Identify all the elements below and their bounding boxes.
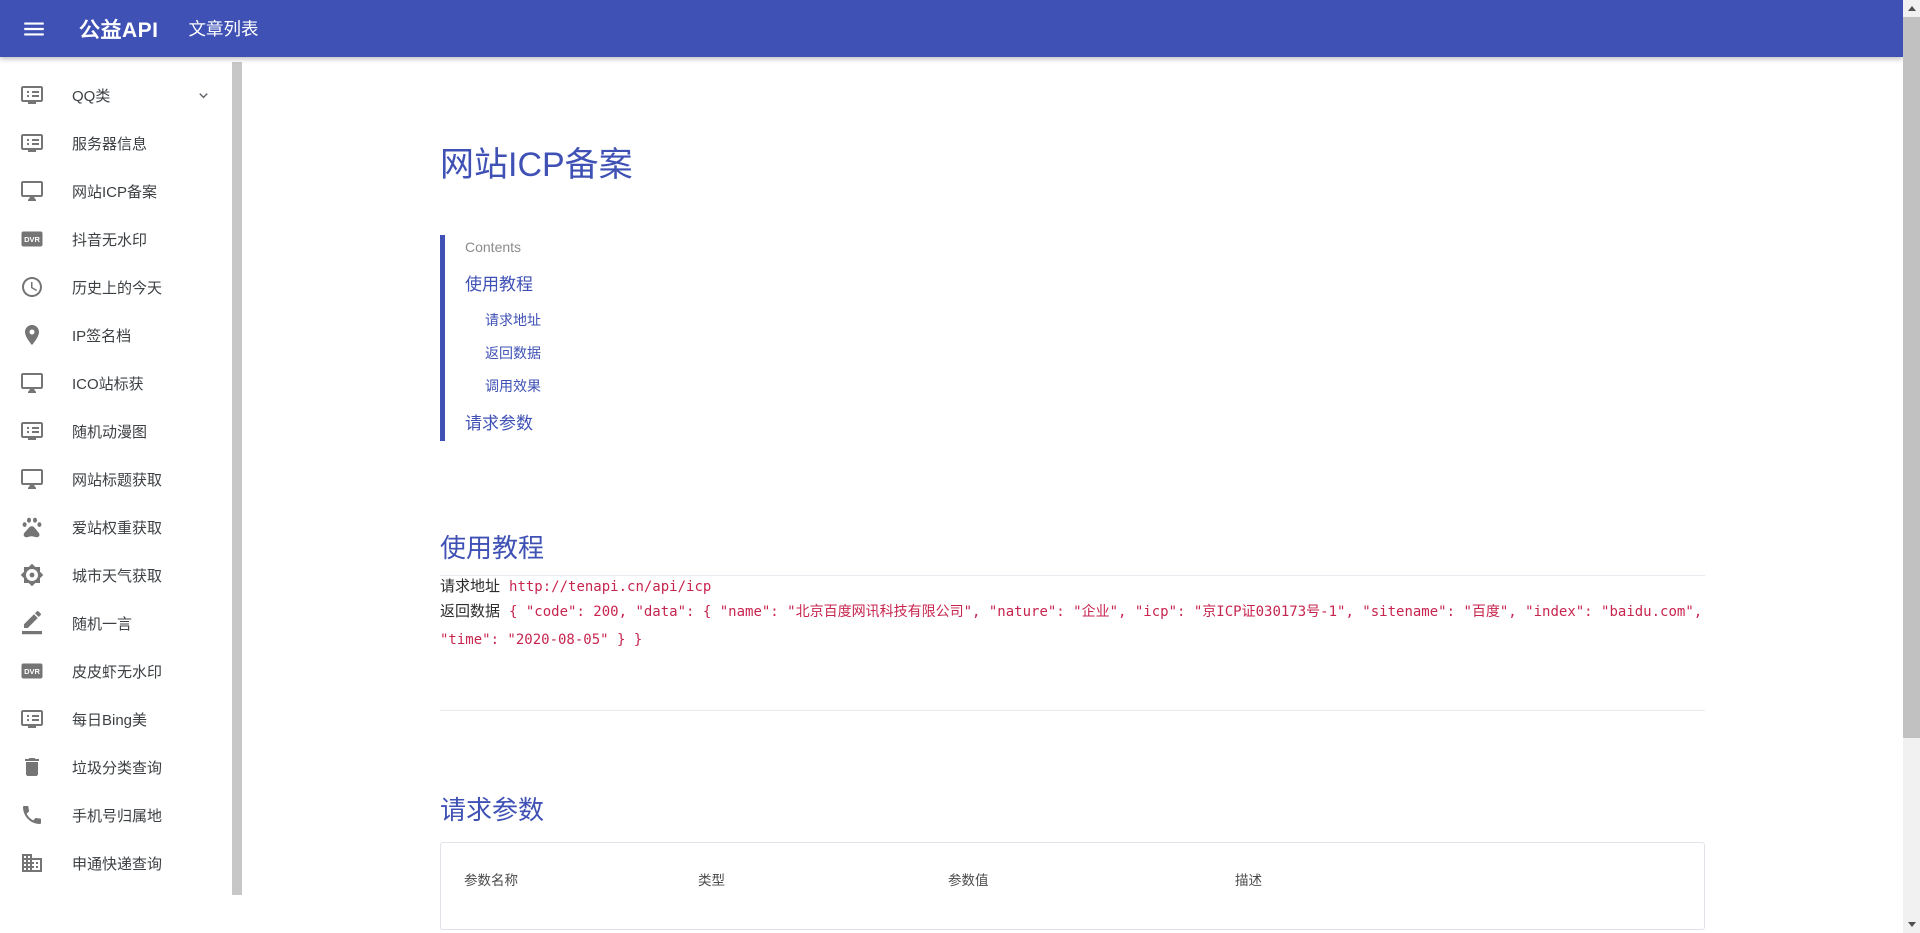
sidebar-item-label: IP签名档 xyxy=(72,327,132,345)
col-header-type: 类型 xyxy=(698,873,725,888)
sidebar-item-qq[interactable]: QQ类 xyxy=(0,71,244,119)
return-data-label: 返回数据 xyxy=(440,603,501,620)
clock-icon xyxy=(20,275,44,299)
divider xyxy=(440,710,1705,711)
sidebar-item-label: 抖音无水印 xyxy=(72,231,148,249)
col-header-param-value: 参数值 xyxy=(948,873,989,888)
sidebar-item-phone-loc[interactable]: 手机号归属地 xyxy=(0,791,244,839)
nav-link-articles[interactable]: 文章列表 xyxy=(189,16,259,41)
sidebar-item-label: ICO站标获 xyxy=(72,375,144,393)
sidebar-item-bing[interactable]: 每日Bing美 xyxy=(0,695,244,743)
sidebar-item-anime-img[interactable]: 随机动漫图 xyxy=(0,407,244,455)
app-brand[interactable]: 公益API xyxy=(79,14,159,44)
desktop-icon xyxy=(20,371,44,395)
sidebar: QQ类 服务器信息 网站ICP备案 抖音无水印 历史上的今天 IP签名档 ICO… xyxy=(0,57,244,933)
toc-link-return[interactable]: 返回数据 xyxy=(485,344,1705,362)
sidebar-item-label: 垃圾分类查询 xyxy=(72,759,163,777)
toc-label: Contents xyxy=(465,239,522,255)
brightness-icon xyxy=(20,563,44,587)
sidebar-item-label: QQ类 xyxy=(72,87,111,105)
section-heading-params: 请求参数 xyxy=(440,795,545,825)
sidebar-item-label: 皮皮虾无水印 xyxy=(72,663,163,681)
toc-link-params[interactable]: 请求参数 xyxy=(465,413,1705,435)
sidebar-item-history-today[interactable]: 历史上的今天 xyxy=(0,263,244,311)
request-url-label: 请求地址 xyxy=(440,578,501,595)
toc-link-usage[interactable]: 使用教程 xyxy=(465,274,1705,296)
page-title: 网站ICP备案 xyxy=(440,146,633,184)
sidebar-item-server-info[interactable]: 服务器信息 xyxy=(0,119,244,167)
toc-link-request[interactable]: 请求地址 xyxy=(485,311,1705,329)
sidebar-list: QQ类 服务器信息 网站ICP备案 抖音无水印 历史上的今天 IP签名档 ICO… xyxy=(0,57,244,887)
trash-icon xyxy=(20,755,44,779)
sidebar-item-label: 历史上的今天 xyxy=(72,279,163,297)
sidebar-item-douyin[interactable]: 抖音无水印 xyxy=(0,215,244,263)
sidebar-item-label: 随机一言 xyxy=(72,615,133,633)
sidebar-item-label: 申通快递查询 xyxy=(72,855,163,873)
request-url-code: http://tenapi.cn/api/icp xyxy=(509,579,712,595)
sidebar-scrollbar-thumb[interactable] xyxy=(232,62,242,895)
request-url-line: 请求地址 http://tenapi.cn/api/icp xyxy=(440,576,1705,598)
top-navbar: 公益API 文章列表 xyxy=(0,0,1903,57)
sidebar-item-pipixia[interactable]: 皮皮虾无水印 xyxy=(0,647,244,695)
sidebar-item-label: 手机号归属地 xyxy=(72,807,163,825)
sidebar-item-hitokoto[interactable]: 随机一言 xyxy=(0,599,244,647)
sidebar-item-label: 服务器信息 xyxy=(72,135,148,153)
sidebar-item-ico[interactable]: ICO站标获 xyxy=(0,359,244,407)
building-icon xyxy=(20,851,44,875)
sidebar-item-label: 爱站权重获取 xyxy=(72,519,163,537)
sidebar-item-label: 网站ICP备案 xyxy=(72,183,158,201)
col-header-param-name: 参数名称 xyxy=(464,873,518,888)
main-content: 网站ICP备案 Contents 使用教程 请求地址 返回数据 调用效果 请求参… xyxy=(244,57,1903,933)
col-header-description: 描述 xyxy=(1235,873,1262,888)
dvr-icon xyxy=(20,131,44,155)
page-scrollbar-thumb[interactable] xyxy=(1903,17,1920,738)
dvr-icon xyxy=(20,419,44,443)
return-data-line: 返回数据{ "code": 200, "data": { "name": "北京… xyxy=(440,598,1705,654)
article: 网站ICP备案 Contents 使用教程 请求地址 返回数据 调用效果 请求参… xyxy=(440,145,1705,930)
sidebar-item-express[interactable]: 申通快递查询 xyxy=(0,839,244,887)
sidebar-item-label: 城市天气获取 xyxy=(72,567,163,585)
dvr-icon xyxy=(20,83,44,107)
paw-icon xyxy=(20,515,44,539)
menu-icon[interactable] xyxy=(21,16,47,42)
sidebar-item-site-title[interactable]: 网站标题获取 xyxy=(0,455,244,503)
fiber-dvr-icon xyxy=(20,227,44,251)
sidebar-item-ip-sign[interactable]: IP签名档 xyxy=(0,311,244,359)
sidebar-item-weather[interactable]: 城市天气获取 xyxy=(0,551,244,599)
table-of-contents: Contents 使用教程 请求地址 返回数据 调用效果 请求参数 xyxy=(440,235,1705,441)
section-heading-usage: 使用教程 xyxy=(440,533,545,563)
return-data-code: { "code": 200, "data": { "name": "北京百度网讯… xyxy=(440,604,1703,648)
sidebar-item-aizhan[interactable]: 爱站权重获取 xyxy=(0,503,244,551)
sidebar-item-label: 随机动漫图 xyxy=(72,423,148,441)
sidebar-item-label: 每日Bing美 xyxy=(72,711,148,729)
fiber-dvr-icon xyxy=(20,659,44,683)
chevron-down-icon[interactable] xyxy=(195,87,212,104)
desktop-icon xyxy=(20,467,44,491)
sidebar-item-icp[interactable]: 网站ICP备案 xyxy=(0,167,244,215)
sidebar-item-garbage[interactable]: 垃圾分类查询 xyxy=(0,743,244,791)
phone-icon xyxy=(20,803,44,827)
toc-link-effect[interactable]: 调用效果 xyxy=(485,377,1705,395)
dvr-icon xyxy=(20,707,44,731)
params-table: 参数名称 类型 参数值 描述 xyxy=(440,842,1705,930)
location-pin-icon xyxy=(20,323,44,347)
desktop-icon xyxy=(20,179,44,203)
pencil-icon xyxy=(20,611,44,635)
scroll-up-arrow-icon[interactable] xyxy=(1903,0,1920,17)
scroll-down-arrow-icon[interactable] xyxy=(1903,916,1920,933)
table-header-row: 参数名称 类型 参数值 描述 xyxy=(441,843,1704,929)
sidebar-item-label: 网站标题获取 xyxy=(72,471,163,489)
page-scrollbar[interactable] xyxy=(1903,0,1920,933)
